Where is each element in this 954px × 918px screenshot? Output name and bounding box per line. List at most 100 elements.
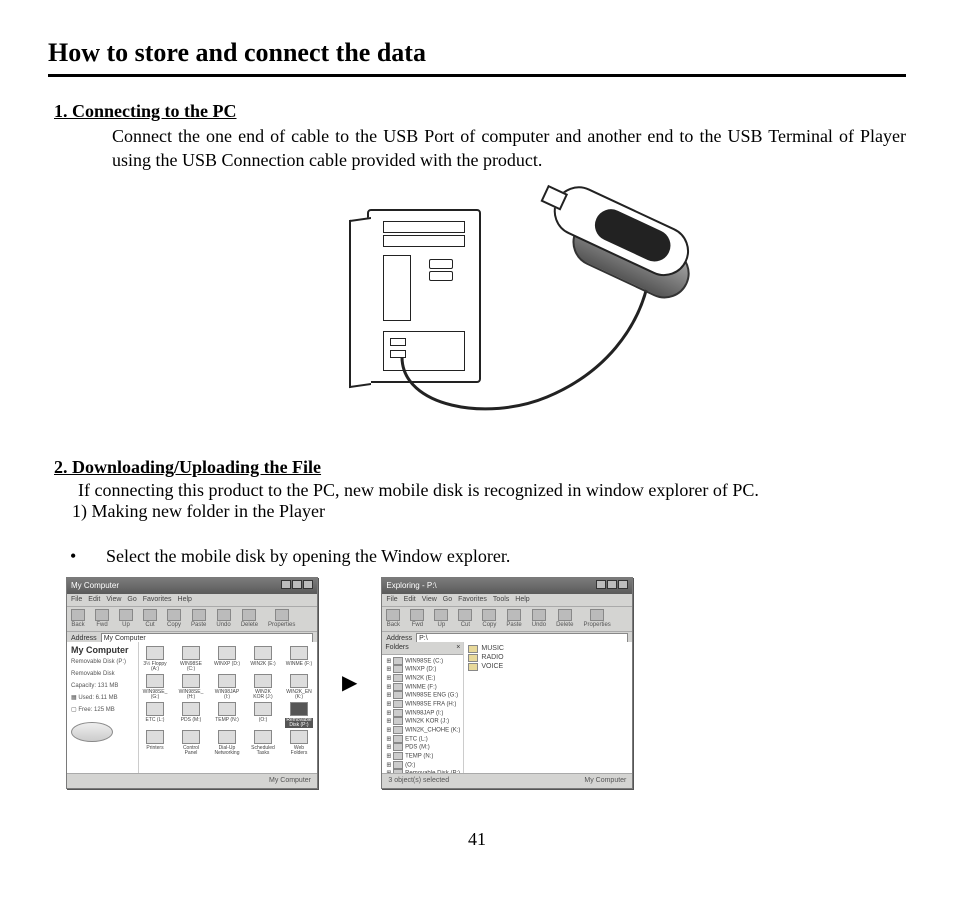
exp-menu-item: Edit	[404, 596, 416, 603]
exp-body: Folders × ⊞ WIN98SE (C:)⊞ WINXP (D:)⊞ WI…	[382, 642, 632, 774]
mc-menu-item: View	[106, 596, 121, 603]
folder-icon	[393, 761, 403, 769]
mc-menu-item: Help	[178, 596, 192, 603]
bullet-dot-icon: •	[70, 546, 106, 567]
mc-menu-item: File	[71, 596, 82, 603]
exp-window-buttons	[595, 580, 628, 591]
folder-icon	[468, 654, 478, 662]
drive-icon	[254, 702, 272, 716]
usb-connection-illustration	[247, 197, 707, 427]
tree-item: ⊞ WIN2K KOR (J:)	[384, 717, 461, 726]
toolbar-button-icon	[167, 609, 181, 621]
disk-pie-icon	[71, 722, 113, 742]
drive-item: Printers	[141, 730, 169, 756]
page-number: 41	[48, 829, 906, 850]
drive-icon	[182, 730, 200, 744]
mc-status-text: My Computer	[269, 777, 311, 784]
tree-item: ⊞ WIN2K (E:)	[384, 674, 461, 683]
toolbar-button-icon	[482, 609, 496, 621]
folder-icon	[393, 726, 403, 734]
mc-toolbar-item: Properties	[268, 609, 295, 628]
explorer-window: Exploring - P:\ FileEditViewGoFavoritesT…	[381, 577, 633, 789]
page-title: How to store and connect the data	[48, 38, 906, 68]
exp-toolbar-item: Paste	[506, 609, 521, 628]
drive-item: Control Panel	[177, 730, 205, 756]
mc-toolbar: BackFwdUpCutCopyPasteUndoDeletePropertie…	[67, 607, 317, 632]
exp-menu-item: View	[422, 596, 437, 603]
folder-icon	[393, 743, 403, 751]
drive-item: WIN98JAP (I:)	[213, 674, 241, 700]
exp-toolbar-item: Cut	[458, 609, 472, 628]
drive-item: TEMP (N:)	[213, 702, 241, 728]
toolbar-button-icon	[532, 609, 546, 621]
exp-file-item: VOICE	[468, 663, 628, 671]
toolbar-button-icon	[507, 609, 521, 621]
exp-menubar: FileEditViewGoFavoritesToolsHelp	[382, 594, 632, 607]
tree-item: ⊞ TEMP (N:)	[384, 752, 461, 761]
exp-toolbar-item: Properties	[583, 609, 610, 628]
mc-toolbar-item: Cut	[143, 609, 157, 628]
folder-icon	[393, 683, 403, 691]
tree-item: ⊞ (O:)	[384, 761, 461, 770]
toolbar-button-icon	[71, 609, 85, 621]
mc-toolbar-item: Back	[71, 609, 85, 628]
folder-icon	[393, 735, 403, 743]
mc-side-free: ▢ Free: 125 MB	[71, 707, 134, 715]
drive-icon	[254, 730, 272, 744]
drive-item: WIN2K (E:)	[249, 646, 277, 672]
tree-item: ⊞ WIN98SE FRA (H:)	[384, 700, 461, 709]
mc-toolbar-item: Up	[119, 609, 133, 628]
folder-icon	[393, 717, 403, 725]
drive-item: WIN2K_EN (K:)	[285, 674, 313, 700]
drive-icon	[146, 646, 164, 660]
exp-menu-item: Help	[515, 596, 529, 603]
mc-drive-pane: 3½ Floppy (A:) WIN98SE (C:) WINXP (D:) WIN2…	[139, 642, 317, 774]
drive-item: WINXP (D:)	[213, 646, 241, 672]
drive-icon	[218, 702, 236, 716]
mc-toolbar-item: Fwd	[95, 609, 109, 628]
bullet-item: • Select the mobile disk by opening the …	[70, 546, 906, 567]
toolbar-button-icon	[95, 609, 109, 621]
section-1-text: Connect the one end of cable to the USB …	[112, 124, 906, 173]
drive-item: 3½ Floppy (A:)	[141, 646, 169, 672]
folder-icon	[393, 691, 403, 699]
mc-side-sub1: Removable Disk (P:)	[71, 659, 134, 667]
tree-item: ⊞ WIN98SE (C:)	[384, 657, 461, 666]
exp-toolbar-item: Fwd	[410, 609, 424, 628]
exp-folder-tree-pane: Folders × ⊞ WIN98SE (C:)⊞ WINXP (D:)⊞ WI…	[382, 642, 464, 774]
tree-item: ⊞ WINME (F:)	[384, 683, 461, 692]
mc-side-sub2: Removable Disk	[71, 671, 134, 679]
mc-toolbar-item: Copy	[167, 609, 181, 628]
drive-item: WIN98SE (C:)	[177, 646, 205, 672]
drive-item: (O:)	[249, 702, 277, 728]
drive-icon	[254, 674, 272, 688]
mc-menu-item: Favorites	[143, 596, 172, 603]
drive-item: Scheduled Tasks	[249, 730, 277, 756]
toolbar-button-icon	[386, 609, 400, 621]
tree-item: ⊞ WIN2K_CHOHE (K:)	[384, 726, 461, 735]
explorer-screenshots-row: My Computer FileEditViewGoFavoritesHelp …	[66, 577, 906, 789]
drive-icon	[290, 646, 308, 660]
toolbar-button-icon	[119, 609, 133, 621]
tree-item: ⊞ WIN98SE ENG (G:)	[384, 691, 461, 700]
folder-icon	[393, 700, 403, 708]
exp-file-item: RADIO	[468, 654, 628, 662]
exp-toolbar-item: Up	[434, 609, 448, 628]
drive-icon	[146, 702, 164, 716]
folder-icon	[393, 665, 403, 673]
exp-window-title: Exploring - P:\	[386, 581, 436, 590]
drive-icon	[218, 674, 236, 688]
title-rule	[48, 74, 906, 77]
drive-icon	[218, 730, 236, 744]
bullet-text: Select the mobile disk by opening the Wi…	[106, 546, 510, 567]
drive-item: Dial-Up Networking	[213, 730, 241, 756]
drive-icon	[290, 702, 308, 716]
mc-toolbar-item: Undo	[216, 609, 230, 628]
mc-side-panel: My Computer Removable Disk (P:) Removabl…	[67, 642, 139, 774]
drive-item: PDS (M:)	[177, 702, 205, 728]
exp-folders-header: Folders ×	[382, 642, 463, 655]
arrow-right-icon: ▶	[342, 670, 357, 695]
tree-item: ⊞ ETC (L:)	[384, 735, 461, 744]
drive-item: WINME (F:)	[285, 646, 313, 672]
drive-icon	[218, 646, 236, 660]
